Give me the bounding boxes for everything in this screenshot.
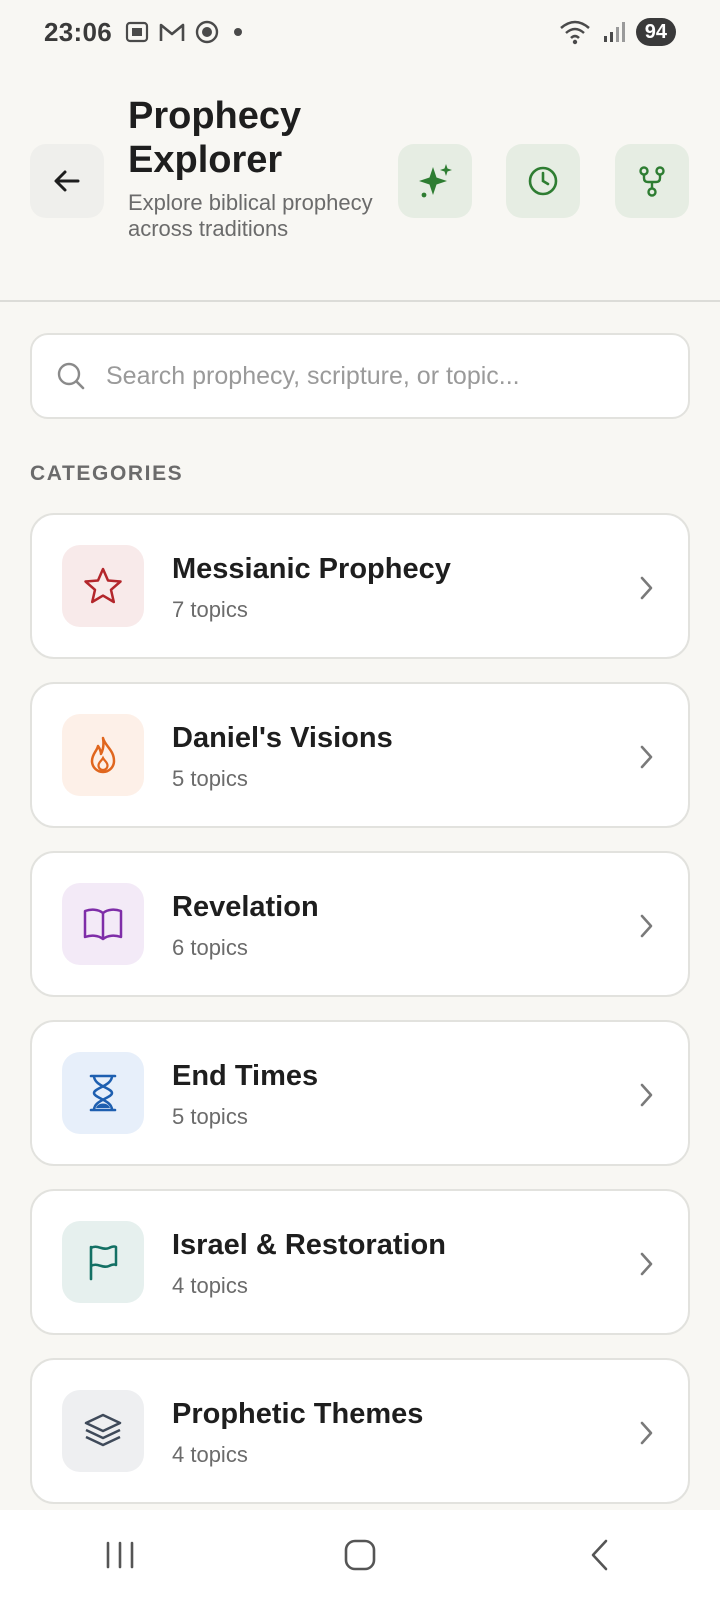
category-icon-box: [62, 545, 144, 627]
category-count: 4 topics: [172, 1442, 248, 1467]
search-input[interactable]: [106, 361, 688, 391]
history-button[interactable]: [506, 144, 580, 218]
title-block: Prophecy Explorer Explore biblical proph…: [128, 94, 378, 242]
category-israel-restoration[interactable]: Israel & Restoration 4 topics: [30, 1189, 690, 1335]
wifi-icon: [559, 20, 590, 45]
home-button[interactable]: [300, 1525, 420, 1585]
gmail-icon: [159, 23, 185, 41]
branch-button[interactable]: [615, 144, 689, 218]
category-icon-box: [62, 1052, 144, 1134]
chevron-right-icon: [640, 576, 653, 600]
recent-apps-icon: [106, 1541, 134, 1569]
category-name: Messianic Prophecy: [172, 553, 451, 585]
category-name: Israel & Restoration: [172, 1229, 446, 1261]
home-icon: [344, 1539, 376, 1571]
category-count: 7 topics: [172, 597, 248, 622]
page-title: Prophecy Explorer: [128, 95, 302, 181]
dot-icon: [234, 28, 242, 36]
category-prophetic-themes[interactable]: Prophetic Themes 4 topics: [30, 1358, 690, 1504]
category-icon-box: [62, 883, 144, 965]
back-chevron-icon: [591, 1539, 608, 1571]
flag-icon: [89, 1245, 118, 1281]
system-back-button[interactable]: [540, 1525, 660, 1585]
header: Prophecy Explorer Explore biblical proph…: [0, 64, 720, 302]
back-button[interactable]: [30, 144, 104, 218]
history-icon: [528, 166, 558, 196]
category-icon-box: [62, 1221, 144, 1303]
category-count: 6 topics: [172, 935, 248, 960]
category-name: Daniel's Visions: [172, 722, 393, 754]
category-name: Revelation: [172, 891, 319, 923]
status-time: 23:06: [44, 16, 112, 47]
chevron-right-icon: [640, 914, 653, 938]
layers-icon: [84, 1413, 122, 1447]
category-name: Prophetic Themes: [172, 1398, 424, 1430]
category-count: 4 topics: [172, 1273, 248, 1298]
category-daniels-visions[interactable]: Daniel's Visions 5 topics: [30, 682, 690, 828]
ai-insights-button[interactable]: [398, 144, 472, 218]
categories-label: CATEGORIES: [30, 462, 184, 485]
category-count: 5 topics: [172, 766, 248, 791]
battery-level: 94: [635, 18, 676, 46]
search-icon: [57, 362, 85, 390]
status-bar: 23:06 94: [0, 0, 720, 64]
page-subtitle: Explore biblical prophecy across traditi…: [128, 190, 373, 241]
sparkles-icon: [419, 164, 452, 198]
system-nav-bar: [0, 1510, 720, 1600]
category-messianic-prophecy[interactable]: Messianic Prophecy 7 topics: [30, 513, 690, 659]
star-icon: [84, 567, 122, 604]
category-name: End Times: [172, 1060, 319, 1092]
category-revelation[interactable]: Revelation 6 topics: [30, 851, 690, 997]
chevron-right-icon: [640, 1252, 653, 1276]
arrow-left-icon: [54, 170, 80, 192]
record-icon: [195, 20, 219, 44]
recent-apps-button[interactable]: [60, 1525, 180, 1585]
category-icon-box: [62, 714, 144, 796]
hourglass-icon: [89, 1074, 117, 1112]
screenshot-icon: [125, 21, 149, 43]
chevron-right-icon: [640, 1421, 653, 1445]
signal-icon: [603, 22, 625, 42]
category-icon-box: [62, 1390, 144, 1472]
search-bar[interactable]: [30, 333, 690, 419]
open-book-icon: [83, 908, 123, 941]
category-end-times[interactable]: End Times 5 topics: [30, 1020, 690, 1166]
chevron-right-icon: [640, 1083, 653, 1107]
flame-icon: [90, 736, 116, 774]
chevron-right-icon: [640, 745, 653, 769]
branch-icon: [639, 166, 665, 197]
category-count: 5 topics: [172, 1104, 248, 1129]
